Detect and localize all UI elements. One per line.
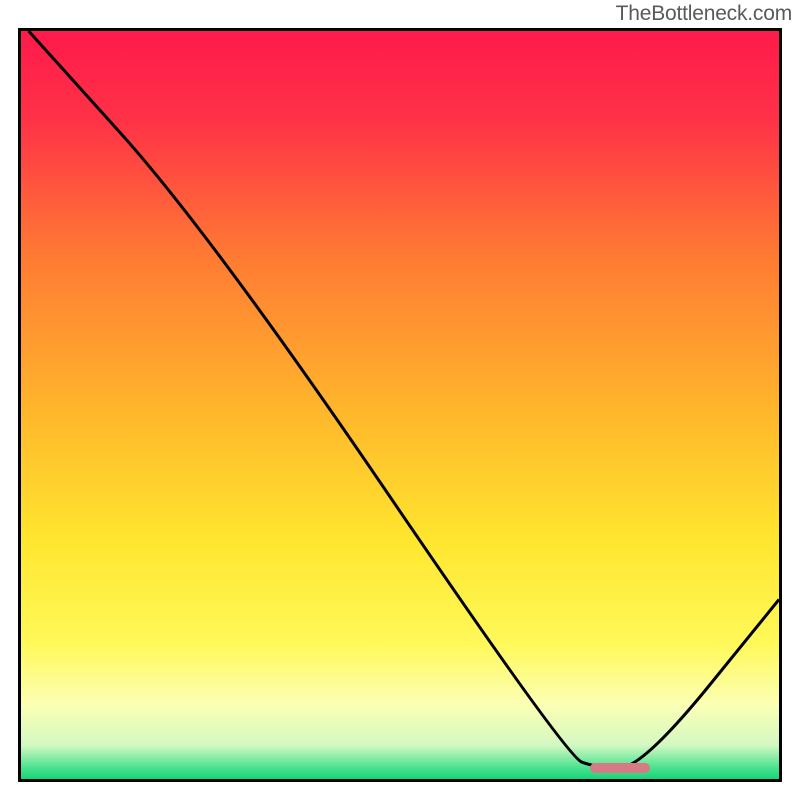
- chart-frame: [18, 28, 782, 782]
- bottleneck-curve-svg: [21, 31, 779, 779]
- bottleneck-curve-path: [29, 31, 779, 768]
- watermark-text: TheBottleneck.com: [616, 2, 792, 26]
- root: TheBottleneck.com: [0, 0, 800, 800]
- optimal-range-marker: [590, 763, 651, 773]
